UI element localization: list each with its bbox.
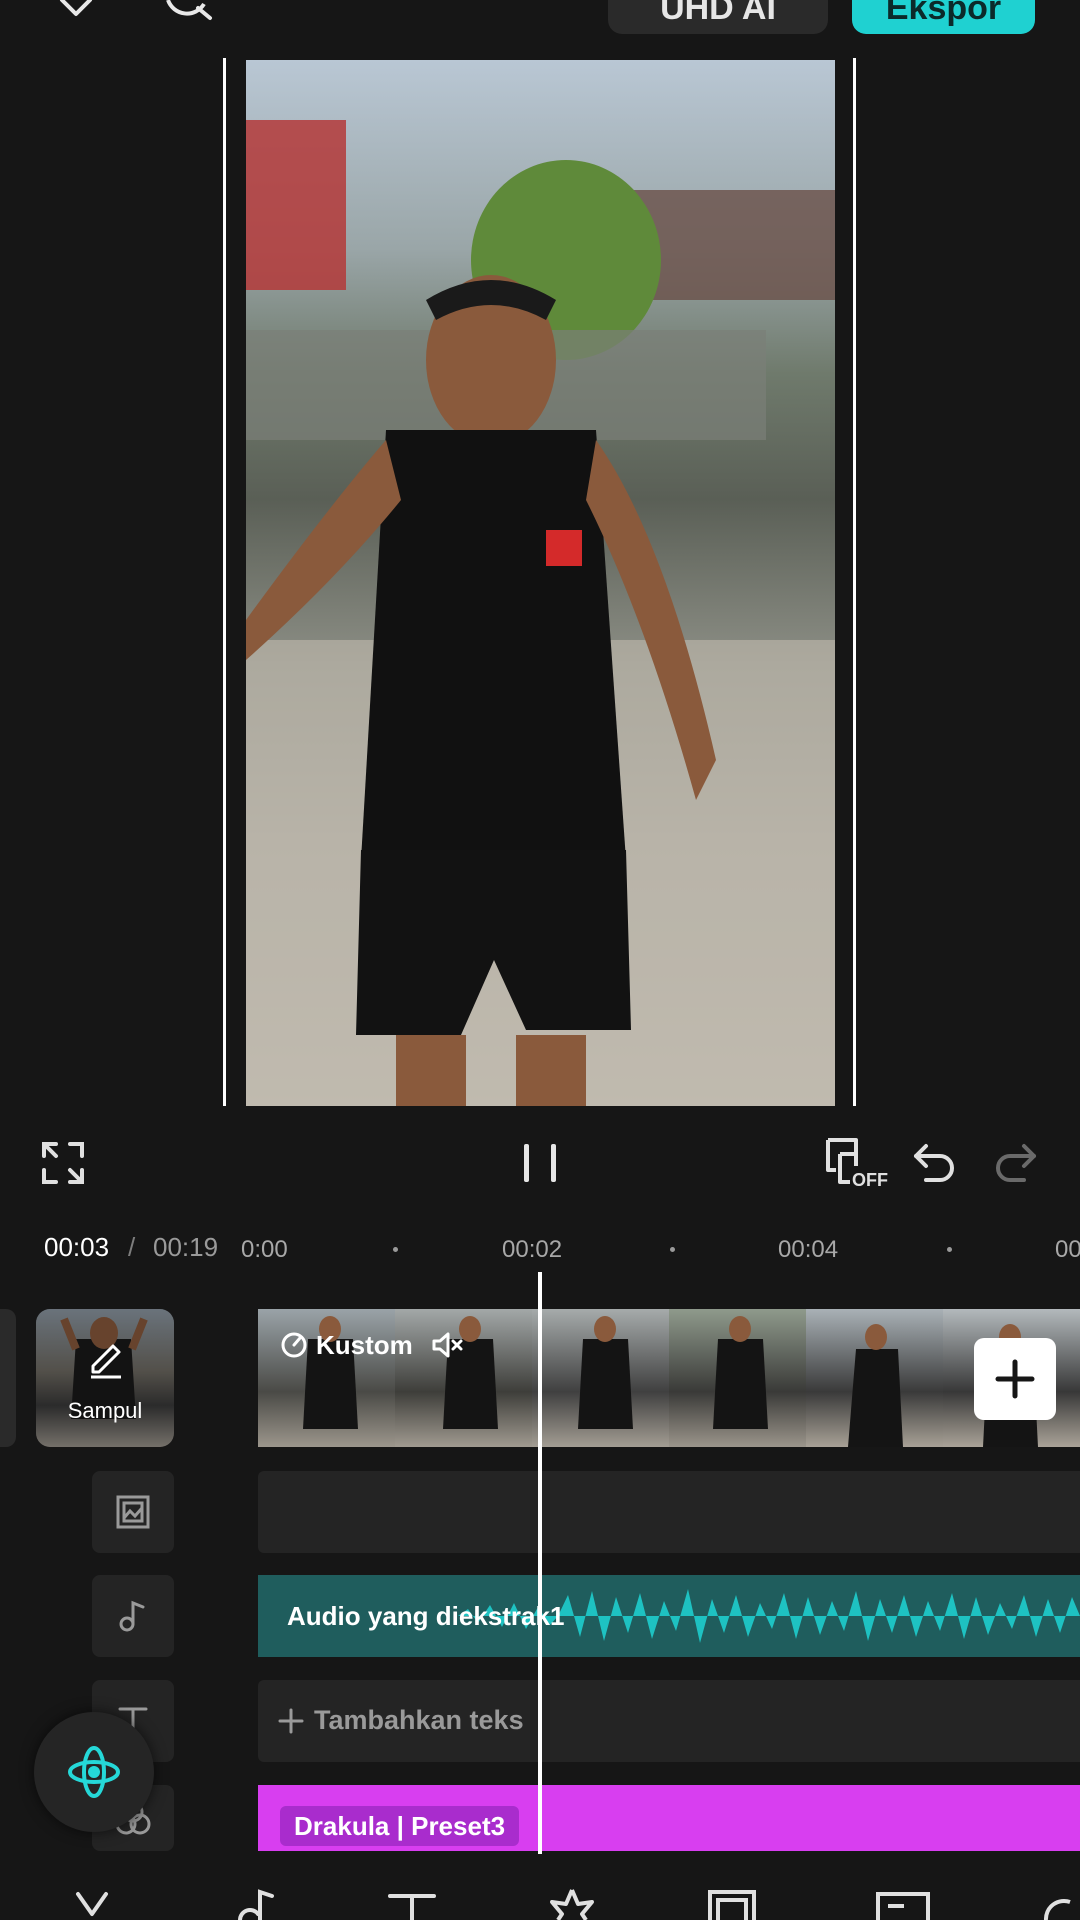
left-panel-handle[interactable]: [0, 1309, 16, 1447]
speed-gauge-icon: [280, 1331, 308, 1359]
more-tool-icon[interactable]: [1040, 1886, 1080, 1920]
video-preview[interactable]: [246, 60, 835, 1106]
overlay-tool-icon[interactable]: [704, 1886, 764, 1920]
edit-tool-icon[interactable]: [72, 1886, 132, 1920]
time-separator: /: [128, 1232, 136, 1262]
current-time: 00:03: [44, 1232, 110, 1262]
pause-icon[interactable]: [520, 1142, 560, 1184]
sticker-tool-icon[interactable]: [542, 1886, 602, 1920]
plus-icon: [278, 1708, 304, 1734]
ai-assistant-button[interactable]: [34, 1712, 154, 1832]
resolution-button[interactable]: UHD AI: [608, 0, 828, 34]
keyframe-off-badge: OFF: [852, 1170, 888, 1190]
audio-tool-icon[interactable]: [230, 1886, 290, 1920]
ruler-tick-label: 00:02: [502, 1236, 563, 1263]
add-text-label: Tambahkan teks: [314, 1705, 524, 1735]
ruler-tick-label: 0:00: [241, 1236, 288, 1263]
ruler-dot: [947, 1247, 952, 1252]
mute-icon[interactable]: [431, 1331, 465, 1359]
music-track-icon[interactable]: [92, 1575, 174, 1657]
ruler-tick-label: 00: [1055, 1236, 1080, 1263]
speed-label: Kustom: [316, 1329, 413, 1360]
crop-frame-right: [853, 58, 856, 1106]
ruler-dot: [670, 1247, 675, 1252]
total-time: 00:19: [153, 1232, 219, 1262]
undo-icon[interactable]: [912, 1142, 956, 1184]
playhead[interactable]: [538, 1272, 542, 1854]
add-text-button[interactable]: Tambahkan teks: [278, 1705, 524, 1736]
caption-tool-icon[interactable]: [874, 1886, 934, 1920]
edit-pencil-icon: [87, 1342, 125, 1380]
search-icon[interactable]: [164, 0, 224, 40]
ruler-tick-label: 00:04: [778, 1236, 839, 1263]
redo-icon[interactable]: [994, 1142, 1038, 1184]
text-tool-icon[interactable]: [382, 1886, 442, 1920]
ruler-dot: [393, 1247, 398, 1252]
export-button[interactable]: Ekspor: [852, 0, 1035, 34]
audio-clip-label: Audio yang diekstrak1: [287, 1601, 565, 1631]
overlay-track-icon[interactable]: [92, 1471, 174, 1553]
effect-label: Drakula | Preset3: [280, 1806, 520, 1846]
fullscreen-icon[interactable]: [42, 1142, 84, 1184]
add-clip-button[interactable]: [974, 1338, 1056, 1420]
crop-frame-left: [223, 58, 226, 1106]
overlay-track[interactable]: [258, 1471, 1080, 1553]
close-icon[interactable]: [54, 0, 114, 40]
keyframe-off-icon[interactable]: OFF: [822, 1136, 888, 1192]
cover-label: Sampul: [67, 1398, 143, 1423]
speed-badge[interactable]: Kustom: [280, 1327, 465, 1363]
